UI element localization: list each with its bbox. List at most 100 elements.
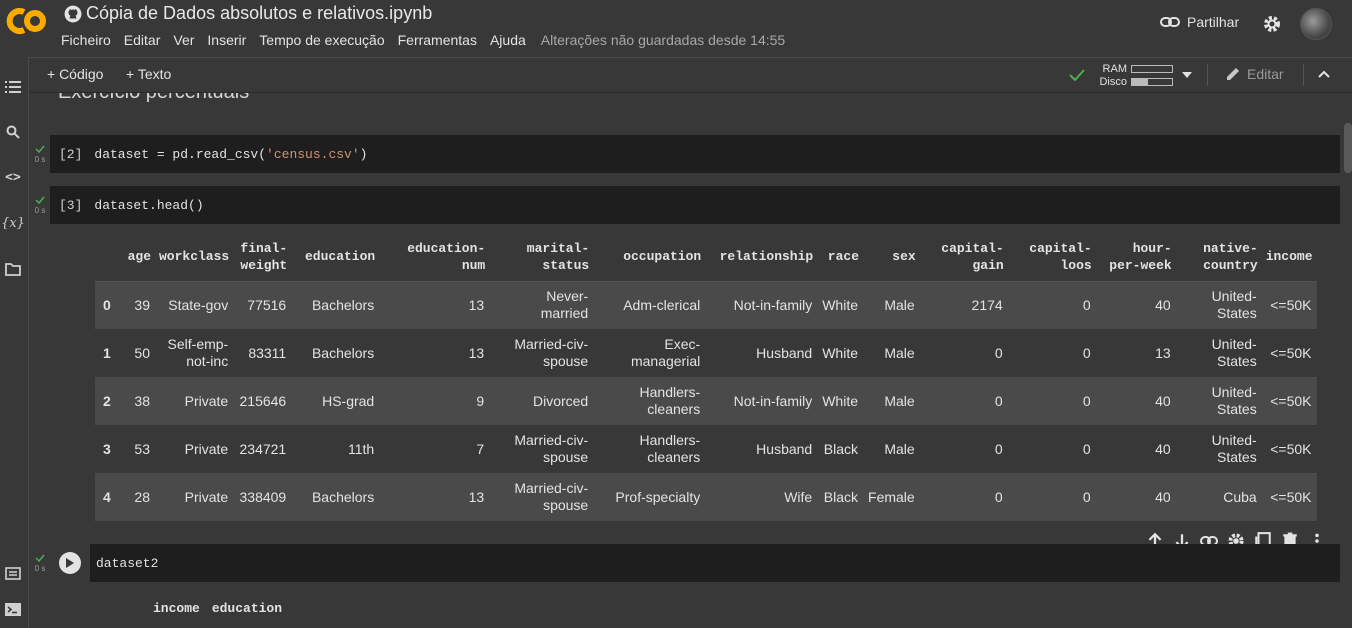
table-cell: 13 <box>1095 329 1176 377</box>
table-cell: 234721 <box>233 425 292 473</box>
table-of-contents-icon[interactable] <box>3 77 23 97</box>
table-cell: Black <box>817 473 864 521</box>
column-header: workclass <box>155 233 234 282</box>
table-row: 4 28 Private 338409 Bachelors 13 Married-civ-s… <box>95 473 1317 521</box>
folder-icon[interactable] <box>3 259 23 279</box>
table-cell: Handlers-cleaners <box>593 377 706 425</box>
add-code-button[interactable]: + Código <box>47 66 103 82</box>
row-index: 4 <box>95 473 123 521</box>
share-button[interactable]: Partilhar <box>1160 14 1239 30</box>
variables-icon[interactable]: {x} <box>1 213 25 233</box>
ram-bar <box>1131 64 1173 73</box>
code-cell-active[interactable]: dataset2 <box>50 544 1340 582</box>
edit-button[interactable]: Editar <box>1225 66 1284 82</box>
settings-gear-icon[interactable] <box>1262 14 1282 34</box>
menu-item-help[interactable]: Ajuda <box>490 32 526 48</box>
cell-status: 0 s <box>31 554 49 573</box>
table-cell: Adm-clerical <box>593 281 706 329</box>
table-cell: 13 <box>379 329 490 377</box>
row-index: 3 <box>95 425 123 473</box>
chevron-up-icon[interactable] <box>1318 70 1330 78</box>
table-cell: White <box>817 329 864 377</box>
table-cell: 77516 <box>233 281 292 329</box>
table-cell: 0 <box>1007 329 1096 377</box>
table-cell: 2174 <box>919 281 1008 329</box>
table-row: 1 50 Self-emp-not-inc 83311 Bachelors 13 Marri… <box>95 329 1317 377</box>
scrollbar[interactable] <box>1344 123 1352 173</box>
menu-item-file[interactable]: Ficheiro <box>61 32 111 48</box>
table-cell: 28 <box>123 473 155 521</box>
table-cell: Private <box>155 377 234 425</box>
code-cell[interactable]: [3] dataset.head() <box>50 186 1340 224</box>
table-cell: Husband <box>705 425 818 473</box>
run-cell-button[interactable] <box>59 552 81 574</box>
dataframe-output: age workclass final-weight education educati… <box>95 233 1317 521</box>
menu-item-runtime[interactable]: Tempo de execução <box>259 32 384 48</box>
menu-item-tools[interactable]: Ferramentas <box>398 32 477 48</box>
command-palette-icon[interactable] <box>3 563 23 583</box>
cell-prompt: [2] <box>59 146 83 162</box>
table-cell: <=50K <box>1261 329 1317 377</box>
check-icon <box>35 196 45 205</box>
chevron-down-icon[interactable] <box>1182 72 1192 78</box>
table-cell: State-gov <box>155 281 234 329</box>
cell-exec-time: 0 s <box>34 155 46 164</box>
table-cell: 0 <box>919 377 1008 425</box>
table-cell: White <box>817 281 864 329</box>
row-index: 0 <box>95 281 123 329</box>
table-cell: Not-in-family <box>705 281 818 329</box>
table-cell: Male <box>863 281 920 329</box>
github-icon <box>64 5 82 22</box>
notebook-title[interactable]: Cópia de Dados absolutos e relativos.ipy… <box>86 3 432 24</box>
add-text-button[interactable]: + Texto <box>126 66 171 82</box>
table-cell: 338409 <box>233 473 292 521</box>
table-cell: Divorced <box>489 377 594 425</box>
column-header: marital-status <box>489 233 594 282</box>
unsaved-status[interactable]: Alterações não guardadas desde 14:55 <box>541 32 785 48</box>
section-heading: Exercício percentuais <box>58 93 249 104</box>
table-cell: Prof-specialty <box>593 473 706 521</box>
check-icon <box>35 554 45 563</box>
play-icon <box>66 558 74 568</box>
resource-monitor[interactable]: RAM Disco <box>1095 62 1173 88</box>
share-label: Partilhar <box>1187 14 1240 30</box>
notebook-toolbar: + Código + Texto RAM Disco Editar <box>29 57 1352 93</box>
cell-status: 0 s <box>31 196 49 215</box>
table-cell: Married-civ-spouse <box>489 425 594 473</box>
table-cell: Handlers-cleaners <box>593 425 706 473</box>
table-cell: 0 <box>1007 377 1096 425</box>
column-header: hour-per-week <box>1095 233 1176 282</box>
table-cell: Bachelors <box>291 473 380 521</box>
table-cell: United- States <box>1175 281 1262 329</box>
ram-label: RAM <box>1102 62 1127 75</box>
dataframe-output-2: income education <box>147 598 288 618</box>
row-index: 1 <box>95 329 123 377</box>
column-header: capital-gain <box>919 233 1008 282</box>
code-snippets-icon[interactable]: <> <box>3 167 23 187</box>
table-cell: 7 <box>379 425 490 473</box>
column-header: native-country <box>1175 233 1262 282</box>
menu-item-view[interactable]: Ver <box>173 32 194 48</box>
pencil-icon <box>1227 68 1239 80</box>
colab-logo-icon[interactable] <box>4 6 48 36</box>
column-header: race <box>817 233 864 282</box>
toolbar-divider <box>1303 64 1304 86</box>
terminal-icon[interactable] <box>3 599 23 619</box>
code-cell[interactable]: [2] dataset = pd.read_csv('census.csv') <box>50 135 1340 173</box>
table-cell: 50 <box>123 329 155 377</box>
edit-label: Editar <box>1247 66 1284 82</box>
table-cell: 0 <box>919 473 1008 521</box>
table-cell: 40 <box>1095 425 1176 473</box>
menu-item-edit[interactable]: Editar <box>124 32 161 48</box>
user-avatar[interactable] <box>1300 8 1332 40</box>
table-cell: Bachelors <box>291 281 380 329</box>
column-header: relationship <box>705 233 818 282</box>
menu-item-insert[interactable]: Inserir <box>207 32 246 48</box>
table-header-row: age workclass final-weight education educati… <box>95 233 1317 282</box>
table-cell: 40 <box>1095 281 1176 329</box>
table-cell: United- States <box>1175 329 1262 377</box>
table-cell: Private <box>155 425 234 473</box>
table-cell: <=50K <box>1261 281 1317 329</box>
table-cell: 215646 <box>233 377 292 425</box>
search-icon[interactable] <box>3 122 23 142</box>
